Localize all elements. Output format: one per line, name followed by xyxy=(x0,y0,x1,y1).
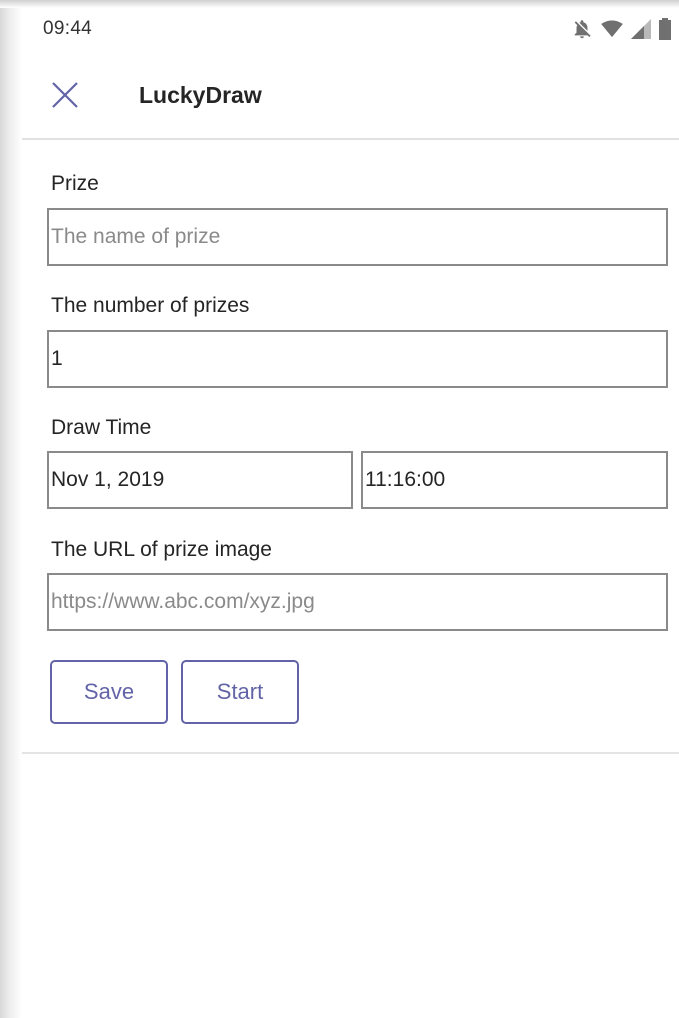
battery-icon xyxy=(659,18,671,40)
close-button[interactable] xyxy=(48,78,82,112)
prize-form: Prize The number of prizes Draw Time The… xyxy=(22,140,679,754)
draw-time-label: Draw Time xyxy=(51,416,152,439)
frame-shadow-left xyxy=(0,0,22,1018)
app-header: LuckyDraw xyxy=(22,52,679,140)
status-bar: 09:44 xyxy=(22,8,679,52)
status-icons xyxy=(571,18,671,40)
app-screen: 09:44 LuckyDraw Prize The name of prize … xyxy=(22,8,679,1018)
start-button[interactable]: Start xyxy=(181,660,299,724)
draw-date-input[interactable] xyxy=(47,451,353,509)
notifications-off-icon xyxy=(571,18,593,40)
save-button[interactable]: Save xyxy=(50,660,168,724)
image-url-input[interactable] xyxy=(47,573,668,631)
draw-time-input[interactable] xyxy=(361,451,668,509)
app-title: LuckyDraw xyxy=(139,82,262,108)
prize-name-input[interactable] xyxy=(47,208,668,266)
wifi-icon xyxy=(601,20,623,38)
frame-shadow-top xyxy=(0,0,679,8)
image-url-label: The URL of prize image xyxy=(51,538,272,561)
prize-count-label: The number of prizes xyxy=(51,294,250,317)
status-time: 09:44 xyxy=(43,18,93,39)
cell-signal-icon xyxy=(631,19,651,39)
device-frame: 09:44 LuckyDraw Prize The name of prize … xyxy=(0,0,679,1018)
prize-count-input[interactable] xyxy=(47,330,668,388)
close-icon xyxy=(52,82,78,108)
prize-label: Prize xyxy=(51,172,99,195)
